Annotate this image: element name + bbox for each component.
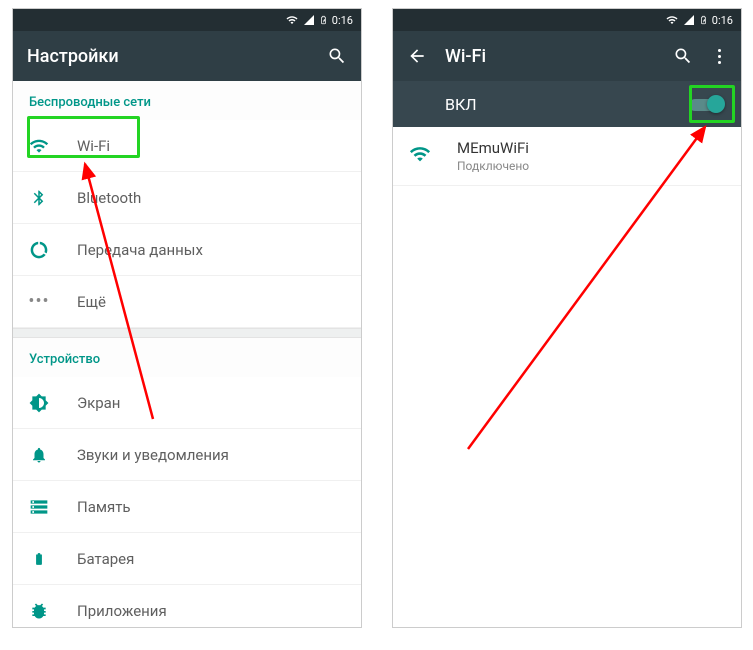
memory-icon xyxy=(29,497,49,517)
item-battery[interactable]: Батарея xyxy=(13,533,361,585)
item-label: Ещё xyxy=(77,293,106,311)
section-gap xyxy=(13,328,361,338)
wifi-icon xyxy=(409,143,431,169)
status-bar: 0:16 xyxy=(393,9,741,31)
bell-icon xyxy=(29,445,49,465)
back-icon[interactable] xyxy=(407,46,427,66)
toggle-label: ВКЛ xyxy=(445,95,689,114)
wifi-status-icon xyxy=(665,14,679,26)
wifi-screen: 0:16 Wi-Fi ВКЛ MEmuWiFi Подключено xyxy=(392,8,742,628)
item-data-usage[interactable]: Передача данных xyxy=(13,224,361,276)
status-time: 0:16 xyxy=(332,14,353,27)
wifi-toggle[interactable] xyxy=(689,94,723,114)
display-icon xyxy=(29,393,49,413)
bluetooth-icon xyxy=(29,188,49,208)
item-label: Батарея xyxy=(77,550,134,568)
network-name: MEmuWiFi xyxy=(457,139,529,157)
wifi-toggle-bar: ВКЛ xyxy=(393,81,741,127)
section-device: Устройство xyxy=(13,338,361,377)
item-label: Wi-Fi xyxy=(77,137,110,155)
more-icon: ••• xyxy=(29,292,49,312)
device-list: Экран Звуки и уведомления Память Батарея… xyxy=(13,377,361,628)
battery-icon xyxy=(29,549,49,569)
apps-icon xyxy=(29,601,49,621)
page-title: Настройки xyxy=(27,46,309,67)
item-label: Передача данных xyxy=(77,241,203,259)
settings-screen: 0:16 Настройки Беспроводные сети Wi-Fi B… xyxy=(12,8,362,628)
item-memory[interactable]: Память xyxy=(13,481,361,533)
wireless-list: Wi-Fi Bluetooth Передача данных ••• Ещё xyxy=(13,120,361,328)
battery-icon xyxy=(319,13,328,27)
page-title: Wi-Fi xyxy=(445,46,655,67)
section-wireless: Беспроводные сети xyxy=(13,81,361,120)
data-usage-icon xyxy=(29,240,49,260)
item-sound[interactable]: Звуки и уведомления xyxy=(13,429,361,481)
status-bar: 0:16 xyxy=(13,9,361,31)
item-wifi[interactable]: Wi-Fi xyxy=(13,120,361,172)
item-label: Звуки и уведомления xyxy=(77,446,229,464)
signal-icon xyxy=(683,14,695,26)
item-bluetooth[interactable]: Bluetooth xyxy=(13,172,361,224)
wifi-icon xyxy=(29,136,49,156)
item-apps[interactable]: Приложения xyxy=(13,585,361,628)
battery-icon xyxy=(699,13,708,27)
search-icon[interactable] xyxy=(327,46,347,66)
item-label: Приложения xyxy=(77,602,167,620)
wifi-status-icon xyxy=(285,14,299,26)
item-display[interactable]: Экран xyxy=(13,377,361,429)
overflow-menu-icon[interactable] xyxy=(711,46,727,66)
item-label: Bluetooth xyxy=(77,189,141,207)
status-time: 0:16 xyxy=(712,14,733,27)
appbar: Настройки xyxy=(13,31,361,81)
search-icon[interactable] xyxy=(673,46,693,66)
signal-icon xyxy=(303,14,315,26)
appbar: Wi-Fi xyxy=(393,31,741,81)
item-label: Экран xyxy=(77,394,120,412)
item-label: Память xyxy=(77,498,131,516)
wifi-network-item[interactable]: MEmuWiFi Подключено xyxy=(393,127,741,186)
network-status: Подключено xyxy=(457,159,529,173)
item-more[interactable]: ••• Ещё xyxy=(13,276,361,328)
